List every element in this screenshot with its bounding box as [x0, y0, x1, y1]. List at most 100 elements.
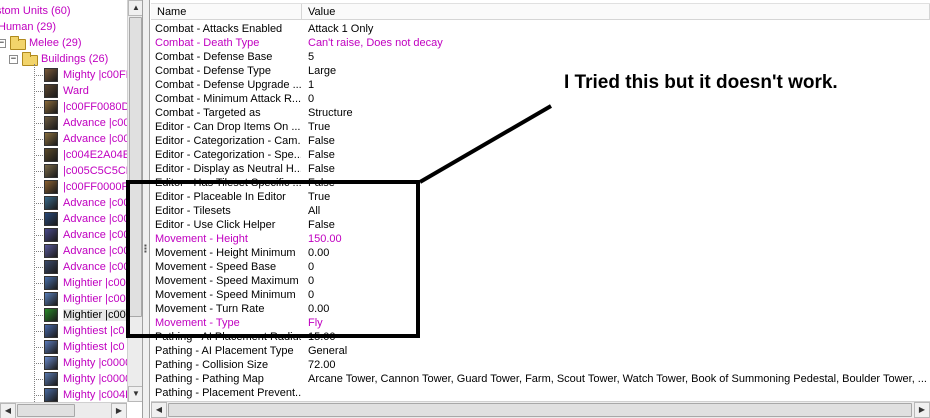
tree-node[interactable]: Buildings (26) [41, 51, 108, 67]
field-row[interactable]: Combat - Death Type Can't raise, Does not… [151, 36, 930, 50]
field-value: Fly [308, 317, 323, 329]
tree-horizontal-scrollbar[interactable]: ◀ ▶ [0, 402, 127, 418]
field-name: Pathing - AI Placement Type [155, 345, 294, 357]
tree-vertical-scrollbar[interactable]: ▲ ▼ [127, 0, 142, 402]
tree-node[interactable]: Mighty |c0000 [63, 355, 131, 371]
field-row[interactable]: Pathing - AI Placement Type General [151, 344, 930, 358]
field-row[interactable]: Movement - Type Fly [151, 316, 930, 330]
splitter-grip-icon: ▪ ▪ ▪ [144, 241, 147, 256]
tree-node[interactable]: Mightier |c00 [63, 291, 126, 307]
tree-node[interactable]: |c005C5C5CN [63, 163, 134, 179]
collapse-icon[interactable]: − [9, 55, 18, 64]
tree-node[interactable]: Advance |c00 [63, 195, 129, 211]
scroll-right-icon[interactable]: ▶ [914, 402, 930, 418]
field-row[interactable]: Combat - Defense Base 5 [151, 50, 930, 64]
scroll-left-icon[interactable]: ◀ [151, 402, 167, 418]
tree-node[interactable]: Advance |c00 [63, 131, 129, 147]
unit-icon [44, 372, 58, 386]
tree-node[interactable]: |c004E2A04E [63, 147, 130, 163]
tree-scroll-thumb[interactable] [129, 17, 142, 317]
tree-connector [34, 107, 43, 108]
tree-node-label: Mightiest |c0 [63, 341, 125, 353]
tree-node[interactable]: Advance |c00 [63, 211, 129, 227]
scroll-left-icon[interactable]: ◀ [0, 403, 16, 418]
field-value: True [308, 191, 331, 203]
tree-node[interactable]: Advance |c00 [63, 227, 129, 243]
tree-node-label: Mightiest |c0 [63, 325, 125, 337]
field-row[interactable]: Combat - Attacks Enabled Attack 1 Only [151, 22, 930, 36]
field-name: Pathing - Collision Size [155, 359, 269, 371]
field-row[interactable]: Editor - Use Click Helper False [151, 218, 930, 232]
field-name: Combat - Defense Base [155, 51, 273, 63]
tree-node-label: Advance |c00 [63, 133, 130, 145]
field-row[interactable]: Combat - Targeted as Structure [151, 106, 930, 120]
field-row[interactable]: Editor - Has Tileset Specific ... False [151, 176, 930, 190]
column-header-name[interactable]: Name [151, 4, 302, 20]
tree-node[interactable]: Advance |c00 [63, 243, 129, 259]
tree-node-label: Advance |c00 [63, 117, 130, 129]
object-tree-panel[interactable]: stom Units (60) Human (29) − Melee (29) − Bui… [0, 0, 143, 418]
field-name: Editor - Use Click Helper [155, 219, 276, 231]
field-row[interactable]: Combat - Minimum Attack R... 0 [151, 92, 930, 106]
collapse-icon[interactable]: − [0, 39, 6, 48]
field-row[interactable]: Editor - Can Drop Items On ... True [151, 120, 930, 134]
tree-node[interactable]: Advance |c00 [63, 115, 129, 131]
field-row[interactable]: Editor - Tilesets All [151, 204, 930, 218]
field-name: Pathing - AI Placement Radius [155, 331, 301, 343]
scroll-down-icon[interactable]: ▼ [128, 386, 142, 402]
field-row[interactable]: Movement - Speed Base 0 [151, 260, 930, 274]
tree-node-label: Mighty |c0000 [63, 357, 132, 369]
field-value: Arcane Tower, Cannon Tower, Guard Tower,… [308, 373, 927, 385]
tree-connector [34, 155, 43, 156]
field-value: All [308, 205, 321, 217]
tree-connector [34, 379, 43, 380]
tree-node[interactable]: Ward [63, 83, 89, 99]
tree-node[interactable]: Mighty |c00FF [63, 67, 133, 83]
field-row[interactable]: Pathing - Collision Size 72.00 [151, 358, 930, 372]
unit-icon [44, 356, 58, 370]
field-row[interactable]: Pathing - AI Placement Radius 15.00 [151, 330, 930, 344]
tree-node[interactable]: stom Units (60) [0, 3, 71, 19]
field-value: 0.00 [308, 247, 330, 259]
field-value: 15.00 [308, 331, 336, 343]
tree-connector [34, 203, 43, 204]
field-value: Can't raise, Does not decay [308, 37, 443, 49]
object-fields-list[interactable]: Name Value Combat - Attacks Enabled Attac… [151, 0, 930, 418]
field-row[interactable]: Movement - Turn Rate 0.00 [151, 302, 930, 316]
field-row[interactable]: Movement - Speed Maximum 0 [151, 274, 930, 288]
tree-connector [34, 187, 43, 188]
tree-node[interactable]: Mighty |c004F [63, 387, 132, 403]
tree-node-label: Ward [63, 85, 89, 97]
field-row[interactable]: Editor - Categorization - Cam... False [151, 134, 930, 148]
field-row[interactable]: Editor - Display as Neutral H... False [151, 162, 930, 176]
panel-splitter[interactable]: ▪ ▪ ▪ [143, 0, 150, 418]
tree-node[interactable]: |c00FF0000F [63, 179, 128, 195]
column-header-value[interactable]: Value [302, 4, 930, 20]
list-horizontal-scrollbar[interactable]: ◀ ▶ [151, 401, 930, 418]
tree-node[interactable]: Mightier |c00 [63, 275, 126, 291]
tree-node[interactable]: Mightiest |c0 [63, 323, 125, 339]
tree-node[interactable]: Mighty |c0000 [63, 371, 131, 387]
tree-node[interactable]: Melee (29) [29, 35, 82, 51]
tree-node[interactable]: |c00FF0080D [63, 99, 129, 115]
scroll-up-icon[interactable]: ▲ [128, 0, 142, 16]
tree-node[interactable]: Mightier |c00 [63, 307, 126, 323]
field-row[interactable]: Pathing - Pathing Map Arcane Tower, Canno… [151, 372, 930, 386]
scroll-right-icon[interactable]: ▶ [111, 403, 127, 418]
tree-node[interactable]: Mightiest |c0 [63, 339, 125, 355]
field-row[interactable]: Movement - Height 150.00 [151, 232, 930, 246]
list-scroll-thumb[interactable] [168, 403, 912, 417]
field-row[interactable]: Editor - Placeable In Editor True [151, 190, 930, 204]
field-row[interactable]: Movement - Height Minimum 0.00 [151, 246, 930, 260]
tree-node-label: Buildings (26) [41, 53, 109, 65]
field-row[interactable]: Editor - Categorization - Spe... False [151, 148, 930, 162]
field-value: General [308, 345, 348, 357]
unit-icon [44, 308, 58, 322]
tree-node[interactable]: Human (29) [0, 19, 56, 35]
tree-hscroll-thumb[interactable] [17, 404, 75, 417]
tree-connector [34, 219, 43, 220]
field-row[interactable]: Movement - Speed Minimum 0 [151, 288, 930, 302]
field-row[interactable]: Pathing - Placement Prevent... [151, 386, 930, 400]
tree-node[interactable]: Advance |c00 [63, 259, 129, 275]
tree-connector [34, 395, 43, 396]
